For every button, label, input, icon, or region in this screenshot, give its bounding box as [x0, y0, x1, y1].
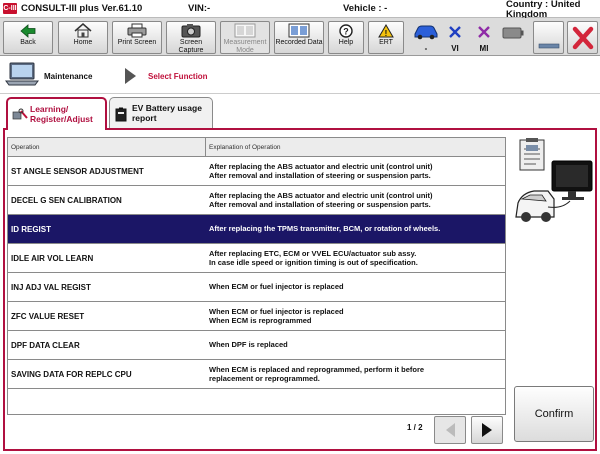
header-operation: Operation [11, 144, 40, 151]
car-icon [414, 25, 438, 40]
back-arrow-icon [4, 22, 52, 39]
battery-status [500, 21, 526, 54]
tools-icon [12, 108, 28, 120]
row-operation: DECEL G SEN CALIBRATION [11, 195, 122, 205]
table-row[interactable]: DPF DATA CLEAR When DPF is replaced [8, 331, 505, 360]
breadcrumb: Maintenance Select Function [0, 57, 600, 94]
previous-page-button[interactable] [434, 416, 466, 444]
maintenance-crumb-button[interactable] [4, 60, 40, 90]
home-button[interactable]: Home [58, 21, 108, 54]
mi-status: MI [472, 21, 496, 54]
tab-ev-battery-usage-report[interactable]: EV Battery usage report [109, 97, 213, 128]
table-header: Operation Explanation of Operation [8, 138, 505, 157]
tab-ev-battery-label: EV Battery usage report [132, 103, 202, 123]
recorded-data-button[interactable]: Recorded Data [274, 21, 324, 54]
home-icon [59, 22, 107, 39]
measurement-mode-button[interactable]: Measurement Mode [220, 21, 270, 54]
breadcrumb-select-function: Select Function [148, 72, 208, 81]
next-page-icon [482, 423, 492, 437]
toolbar: Back Home Print Screen Screen Capture Me… [0, 18, 600, 56]
next-page-button[interactable] [471, 416, 503, 444]
tab-learning-register-adjust[interactable]: Learning/ Register/Adjust [6, 97, 107, 130]
diagnostic-illustration [512, 137, 596, 227]
help-button[interactable]: ? Help [328, 21, 364, 54]
row-explanation: After replacing the ABS actuator and ele… [209, 190, 433, 210]
back-button[interactable]: Back [3, 21, 53, 54]
row-operation: DPF DATA CLEAR [11, 340, 80, 350]
measurement-mode-label: Measurement Mode [223, 39, 267, 54]
recorded-data-icon [275, 22, 323, 39]
svg-text:!: ! [385, 29, 388, 38]
measurement-icon [221, 22, 269, 39]
clipboard-icon [519, 138, 545, 171]
close-button[interactable] [567, 21, 598, 54]
tab-learning-label: Learning/ Register/Adjust [30, 104, 93, 124]
row-explanation: When ECM or fuel injector is replaced [209, 282, 344, 292]
close-icon [572, 26, 594, 50]
warning-icon: ! [369, 22, 403, 39]
row-operation: SAVING DATA FOR REPLC CPU [11, 369, 132, 379]
screen-capture-label: Screen Capture [178, 39, 204, 54]
car-illustration-icon [515, 190, 571, 222]
app-logo: C-III [3, 3, 17, 14]
camera-icon [167, 22, 215, 39]
row-explanation: When ECM or fuel injector is replaced Wh… [209, 306, 344, 326]
table-row[interactable]: ZFC VALUE RESET When ECM or fuel injecto… [8, 302, 505, 331]
vi-status: VI [444, 21, 466, 54]
header-explanation: Explanation of Operation [209, 144, 281, 151]
ert-button[interactable]: ! ERT [368, 21, 404, 54]
screen-capture-button[interactable]: Screen Capture [166, 21, 216, 54]
page-indicator: 1 / 2 [407, 423, 423, 432]
row-explanation: When DPF is replaced [209, 340, 288, 350]
minimize-icon [538, 43, 560, 49]
row-explanation: When ECM is replaced and reprogrammed, p… [209, 364, 425, 384]
vehicle-status: - [410, 21, 442, 54]
mi-cross-icon [478, 26, 490, 38]
row-explanation: After replacing the ABS actuator and ele… [209, 161, 433, 181]
battery-icon [502, 27, 524, 39]
row-operation: IDLE AIR VOL LEARN [11, 253, 94, 263]
breadcrumb-arrow-icon [125, 68, 136, 84]
row-operation: ID REGIST [11, 224, 52, 234]
battery-report-icon [115, 107, 127, 122]
row-operation: INJ ADJ VAL REGIST [11, 282, 91, 292]
ert-label: ERT [379, 39, 393, 46]
help-icon: ? [329, 22, 363, 39]
help-label: Help [338, 39, 354, 46]
vi-cross-icon [449, 26, 461, 38]
country-label: Country : United Kingdom [506, 0, 581, 20]
minimize-button[interactable] [533, 21, 564, 54]
table-row[interactable]: INJ ADJ VAL REGIST When ECM or fuel inje… [8, 273, 505, 302]
home-label: Home [73, 39, 93, 46]
row-operation: ZFC VALUE RESET [11, 311, 85, 321]
print-screen-label: Print Screen [117, 39, 157, 46]
print-screen-button[interactable]: Print Screen [112, 21, 162, 54]
laptop-icon [5, 62, 39, 86]
back-label: Back [20, 39, 36, 46]
monitor-icon [551, 160, 593, 200]
table-row[interactable]: SAVING DATA FOR REPLC CPU When ECM is re… [8, 360, 505, 389]
printer-icon [113, 22, 161, 39]
operations-table: Operation Explanation of Operation ST AN… [7, 137, 506, 415]
mi-label: MI [479, 44, 489, 53]
row-operation: ST ANGLE SENSOR ADJUSTMENT [11, 166, 144, 176]
row-explanation: After replacing ETC, ECM or VVEL ECU/act… [209, 248, 418, 268]
recorded-data-label: Recorded Data [275, 39, 323, 46]
table-row[interactable]: DECEL G SEN CALIBRATION After replacing … [8, 186, 505, 215]
breadcrumb-maintenance[interactable]: Maintenance [44, 72, 92, 81]
vehicle-status-label: - [424, 44, 428, 53]
vehicle-label: Vehicle : - [343, 3, 388, 14]
app-title: CONSULT-III plus Ver.61.10 [21, 3, 143, 14]
confirm-button[interactable]: Confirm [514, 386, 594, 442]
table-row[interactable]: ST ANGLE SENSOR ADJUSTMENT After replaci… [8, 157, 505, 186]
title-bar: C-III CONSULT-III plus Ver.61.10 VIN:- V… [0, 0, 600, 20]
table-row[interactable]: IDLE AIR VOL LEARN After replacing ETC, … [8, 244, 505, 273]
vi-label: VI [451, 44, 459, 53]
table-row-selected[interactable]: ID REGIST After replacing the TPMS trans… [8, 215, 505, 244]
previous-page-icon [446, 423, 455, 437]
row-explanation: After replacing the TPMS transmitter, BC… [209, 224, 441, 234]
svg-text:?: ? [343, 26, 349, 36]
vin-label: VIN:- [188, 3, 211, 14]
